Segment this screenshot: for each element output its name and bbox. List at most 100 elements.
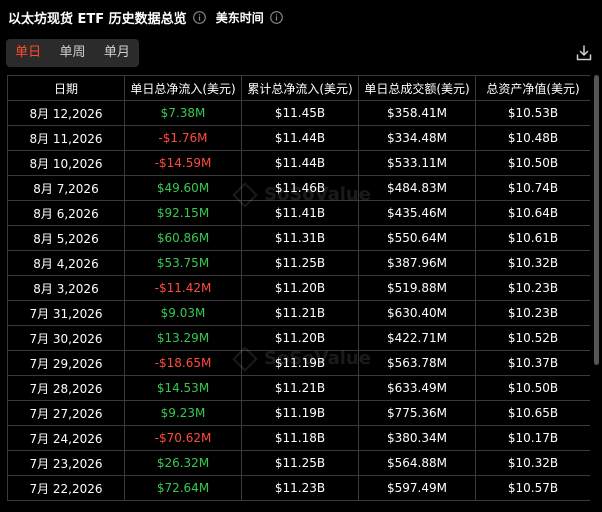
cumulative-net-inflow-cell: $11.25B xyxy=(241,250,359,276)
daily-value-traded-cell: $519.88M xyxy=(358,275,476,301)
cumulative-net-inflow-cell: $11.19B xyxy=(241,350,359,376)
column-header-daily-value-traded[interactable]: 单日总成交额(美元) xyxy=(358,75,476,101)
scrollbar-thumb[interactable] xyxy=(594,75,599,365)
cumulative-net-inflow-cell: $11.21B xyxy=(241,300,359,326)
table-row[interactable]: 7月 27,2026 $9.23M $11.19B $775.36M $10.65B xyxy=(7,400,590,426)
etf-history-table-container[interactable]: 日期 单日总净流入(美元) 累计总净流入(美元) 单日总成交额(美元) 总资产净… xyxy=(7,75,590,512)
date-cell: 8月 5,2026 xyxy=(7,225,125,251)
etf-history-table: 日期 单日总净流入(美元) 累计总净流入(美元) 单日总成交额(美元) 总资产净… xyxy=(7,75,590,501)
table-row[interactable]: 8月 11,2026 -$1.76M $11.44B $334.48M $10.48B xyxy=(7,125,590,151)
total-net-assets-cell: $10.50B xyxy=(475,375,590,401)
daily-net-inflow-cell: -$1.76M xyxy=(124,125,242,151)
date-cell: 8月 10,2026 xyxy=(7,150,125,176)
date-cell: 7月 23,2026 xyxy=(7,450,125,476)
daily-net-inflow-cell: $60.86M xyxy=(124,225,242,251)
daily-value-traded-cell: $422.71M xyxy=(358,325,476,351)
total-net-assets-cell: $10.37B xyxy=(475,350,590,376)
daily-net-inflow-cell: $49.60M xyxy=(124,175,242,201)
table-row[interactable]: 7月 24,2026 -$70.62M $11.18B $380.34M $10.17B xyxy=(7,425,590,451)
column-header-total-net-assets[interactable]: 总资产净值(美元) xyxy=(475,75,590,101)
tab-daily[interactable]: 单日 xyxy=(6,39,50,67)
daily-net-inflow-cell: $26.32M xyxy=(124,450,242,476)
total-net-assets-cell: $10.32B xyxy=(475,250,590,276)
daily-value-traded-cell: $633.49M xyxy=(358,375,476,401)
date-cell: 7月 22,2026 xyxy=(7,475,125,501)
daily-net-inflow-cell: $9.03M xyxy=(124,300,242,326)
table-row[interactable]: 8月 5,2026 $60.86M $11.31B $550.64M $10.61B xyxy=(7,225,590,251)
date-cell: 7月 29,2026 xyxy=(7,350,125,376)
etf-history-page: 以太坊现货 ETF 历史数据总览 美东时间 单日 单周 单月 日期 单日总净流入… xyxy=(0,0,602,512)
info-icon[interactable] xyxy=(192,10,206,24)
date-cell: 8月 4,2026 xyxy=(7,250,125,276)
daily-net-inflow-cell: $92.15M xyxy=(124,200,242,226)
download-icon[interactable] xyxy=(575,44,593,62)
cumulative-net-inflow-cell: $11.46B xyxy=(241,175,359,201)
table-row[interactable]: 7月 22,2026 $72.64M $11.23B $597.49M $10.57B xyxy=(7,475,590,501)
table-row[interactable]: 8月 4,2026 $53.75M $11.25B $387.96M $10.32B xyxy=(7,250,590,276)
daily-value-traded-cell: $380.34M xyxy=(358,425,476,451)
daily-value-traded-cell: $630.40M xyxy=(358,300,476,326)
cumulative-net-inflow-cell: $11.20B xyxy=(241,325,359,351)
header: 以太坊现货 ETF 历史数据总览 美东时间 xyxy=(8,7,283,27)
date-cell: 8月 7,2026 xyxy=(7,175,125,201)
date-cell: 8月 3,2026 xyxy=(7,275,125,301)
total-net-assets-cell: $10.52B xyxy=(475,325,590,351)
table-row[interactable]: 7月 29,2026 -$18.65M $11.19B $563.78M $10.37B xyxy=(7,350,590,376)
date-cell: 7月 28,2026 xyxy=(7,375,125,401)
daily-net-inflow-cell: $7.38M xyxy=(124,100,242,126)
daily-value-traded-cell: $550.64M xyxy=(358,225,476,251)
table-row[interactable]: 8月 3,2026 -$11.42M $11.20B $519.88M $10.23B xyxy=(7,275,590,301)
date-cell: 7月 27,2026 xyxy=(7,400,125,426)
daily-net-inflow-cell: $14.53M xyxy=(124,375,242,401)
table-row[interactable]: 8月 7,2026 $49.60M $11.46B $484.83M $10.74B xyxy=(7,175,590,201)
date-cell: 8月 11,2026 xyxy=(7,125,125,151)
table-row[interactable]: 8月 10,2026 -$14.59M $11.44B $533.11M $10.50B xyxy=(7,150,590,176)
daily-value-traded-cell: $334.48M xyxy=(358,125,476,151)
page-title: 以太坊现货 ETF 历史数据总览 xyxy=(8,11,187,27)
table-row[interactable]: 8月 12,2026 $7.38M $11.45B $358.41M $10.53B xyxy=(7,100,590,126)
daily-value-traded-cell: $358.41M xyxy=(358,100,476,126)
column-header-date[interactable]: 日期 xyxy=(7,75,125,101)
total-net-assets-cell: $10.50B xyxy=(475,150,590,176)
total-net-assets-cell: $10.53B xyxy=(475,100,590,126)
column-header-daily-net-inflow[interactable]: 单日总净流入(美元) xyxy=(124,75,242,101)
timezone-info-icon[interactable] xyxy=(269,10,283,24)
daily-value-traded-cell: $484.83M xyxy=(358,175,476,201)
total-net-assets-cell: $10.23B xyxy=(475,300,590,326)
date-cell: 8月 12,2026 xyxy=(7,100,125,126)
cumulative-net-inflow-cell: $11.19B xyxy=(241,400,359,426)
daily-value-traded-cell: $533.11M xyxy=(358,150,476,176)
cumulative-net-inflow-cell: $11.18B xyxy=(241,425,359,451)
cumulative-net-inflow-cell: $11.31B xyxy=(241,225,359,251)
tab-weekly[interactable]: 单周 xyxy=(50,39,94,67)
daily-net-inflow-cell: -$18.65M xyxy=(124,350,242,376)
table-row[interactable]: 8月 6,2026 $92.15M $11.41B $435.46M $10.64B xyxy=(7,200,590,226)
daily-value-traded-cell: $563.78M xyxy=(358,350,476,376)
total-net-assets-cell: $10.48B xyxy=(475,125,590,151)
table-row[interactable]: 7月 31,2026 $9.03M $11.21B $630.40M $10.23B xyxy=(7,300,590,326)
total-net-assets-cell: $10.64B xyxy=(475,200,590,226)
table-row[interactable]: 7月 28,2026 $14.53M $11.21B $633.49M $10.50B xyxy=(7,375,590,401)
total-net-assets-cell: $10.32B xyxy=(475,450,590,476)
total-net-assets-cell: $10.57B xyxy=(475,475,590,501)
table-body: 8月 12,2026 $7.38M $11.45B $358.41M $10.53B 8月… xyxy=(7,100,590,501)
cumulative-net-inflow-cell: $11.21B xyxy=(241,375,359,401)
table-row[interactable]: 7月 30,2026 $13.29M $11.20B $422.71M $10.52B xyxy=(7,325,590,351)
table-header-row: 日期 单日总净流入(美元) 累计总净流入(美元) 单日总成交额(美元) 总资产净… xyxy=(7,75,590,101)
date-cell: 7月 30,2026 xyxy=(7,325,125,351)
table-row[interactable]: 7月 23,2026 $26.32M $11.25B $564.88M $10.32B xyxy=(7,450,590,476)
total-net-assets-cell: $10.61B xyxy=(475,225,590,251)
daily-net-inflow-cell: -$14.59M xyxy=(124,150,242,176)
daily-value-traded-cell: $597.49M xyxy=(358,475,476,501)
daily-net-inflow-cell: $72.64M xyxy=(124,475,242,501)
timezone-label: 美东时间 xyxy=(215,10,264,25)
table-scrollbar[interactable] xyxy=(594,75,599,512)
daily-value-traded-cell: $775.36M xyxy=(358,400,476,426)
daily-value-traded-cell: $564.88M xyxy=(358,450,476,476)
daily-net-inflow-cell: $53.75M xyxy=(124,250,242,276)
total-net-assets-cell: $10.65B xyxy=(475,400,590,426)
column-header-cumulative-net-inflow[interactable]: 累计总净流入(美元) xyxy=(241,75,359,101)
tab-monthly[interactable]: 单月 xyxy=(95,39,139,67)
total-net-assets-cell: $10.17B xyxy=(475,425,590,451)
daily-net-inflow-cell: -$70.62M xyxy=(124,425,242,451)
